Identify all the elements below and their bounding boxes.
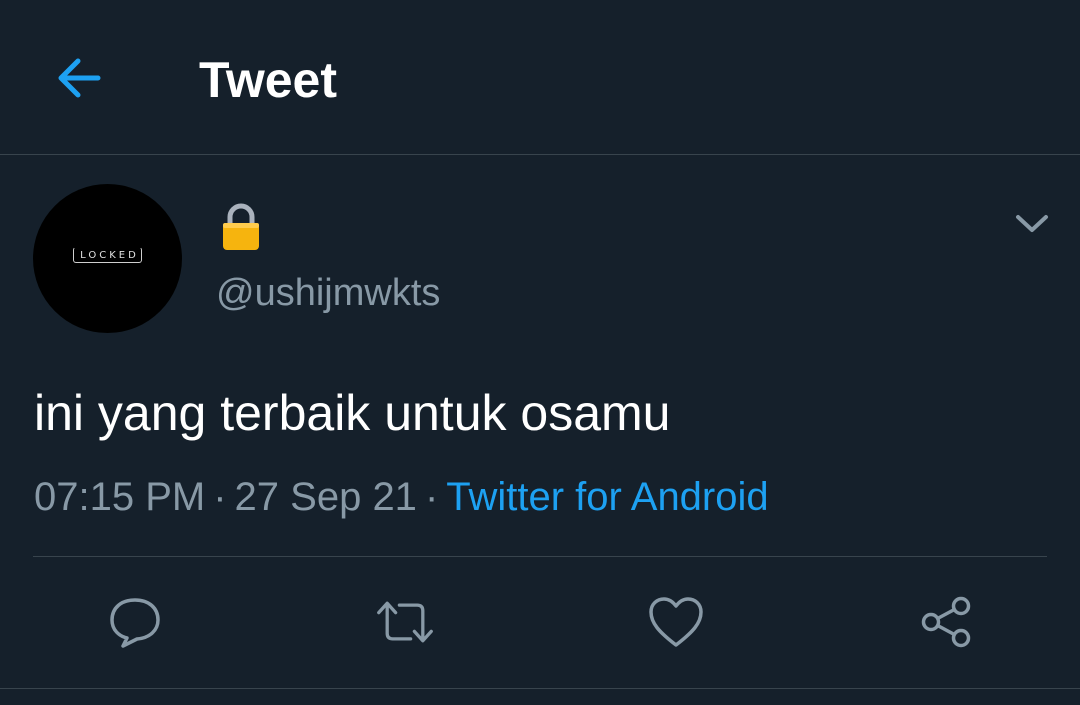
- reply-button[interactable]: [105, 592, 165, 652]
- retweet-icon: [377, 601, 433, 643]
- divider: [0, 688, 1080, 689]
- tweet-meta: 07:15 PM · 27 Sep 21 · Twitter for Android: [34, 472, 769, 522]
- arrow-left-icon: [58, 58, 101, 98]
- reply-icon: [110, 598, 160, 648]
- tweet-time: 07:15 PM: [34, 475, 206, 519]
- back-button[interactable]: [50, 50, 106, 106]
- like-button[interactable]: [646, 592, 706, 652]
- padlock-icon: [223, 203, 259, 250]
- divider: [33, 556, 1047, 557]
- share-icon: [921, 596, 971, 648]
- display-name[interactable]: [220, 203, 262, 251]
- page-title: Tweet: [199, 52, 337, 108]
- avatar[interactable]: LOCKED: [33, 184, 182, 333]
- tweet-text: ini yang terbaik untuk osamu: [34, 385, 671, 441]
- avatar-label: LOCKED: [73, 246, 142, 263]
- like-icon: [649, 597, 703, 647]
- tweet-date: 27 Sep 21: [234, 475, 417, 519]
- share-button[interactable]: [916, 592, 976, 652]
- top-bar: Tweet: [0, 0, 1080, 155]
- chevron-down-icon: [1016, 215, 1048, 232]
- tweet-menu-button[interactable]: [1010, 202, 1054, 246]
- retweet-button[interactable]: [375, 592, 435, 652]
- user-handle[interactable]: @ushijmwkts: [216, 270, 440, 316]
- meta-separator: ·: [424, 475, 439, 519]
- tweet-source-link[interactable]: Twitter for Android: [446, 475, 768, 519]
- meta-separator: ·: [213, 475, 227, 519]
